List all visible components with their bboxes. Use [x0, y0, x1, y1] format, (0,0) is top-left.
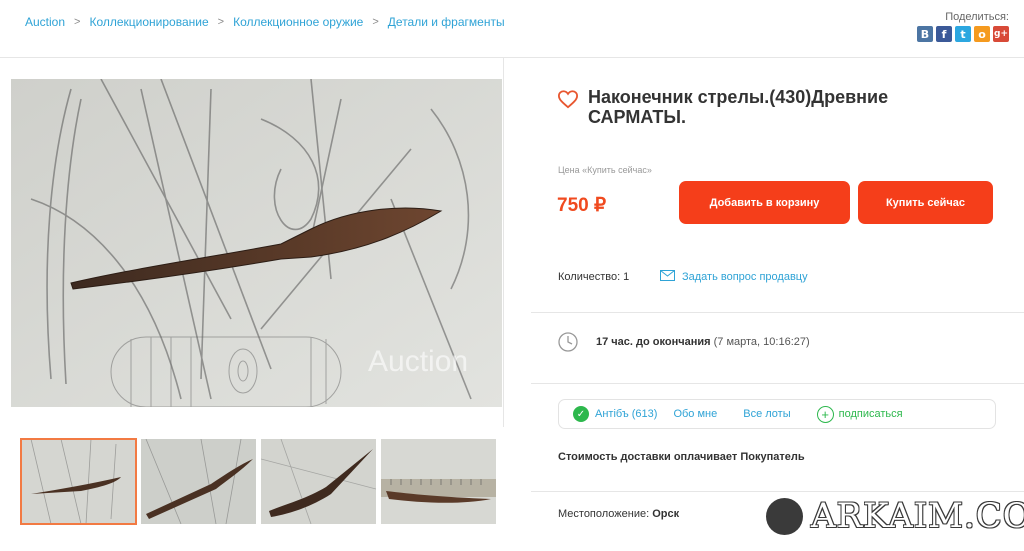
thumbnail-strip [20, 438, 496, 525]
time-remaining: 17 час. до окончания [596, 336, 711, 348]
vk-icon[interactable]: В [917, 26, 933, 42]
about-seller-link[interactable]: Обо мне [673, 408, 717, 420]
envelope-icon [660, 270, 675, 284]
divider [531, 383, 1024, 384]
divider [531, 312, 1024, 313]
seller-name-link[interactable]: Антібъ (613) [595, 408, 657, 420]
breadcrumb: Auction > Коллекционирование > Коллекцио… [25, 15, 505, 29]
header-divider [0, 57, 1024, 58]
photo-watermark: Auction [368, 345, 468, 378]
share-icons: В f t о g+ [917, 26, 1009, 42]
location-label: Местоположение: [558, 508, 650, 520]
ask-seller-link[interactable]: Задать вопрос продавцу [660, 270, 808, 284]
odnoklassniki-icon[interactable]: о [974, 26, 990, 42]
buy-now-button[interactable]: Купить сейчас [858, 181, 993, 224]
quantity-label: Количество: 1 [558, 271, 630, 283]
add-to-cart-button[interactable]: Добавить в корзину [679, 181, 850, 224]
breadcrumb-collectible-weapons[interactable]: Коллекционное оружие [233, 15, 363, 29]
thumbnail-3[interactable] [261, 439, 376, 524]
breadcrumb-auction[interactable]: Auction [25, 15, 65, 29]
ask-seller-label: Задать вопрос продавцу [682, 271, 808, 283]
main-lot-photo[interactable]: Auction [11, 79, 502, 407]
share-block: Поделиться: В f t о g+ [917, 11, 1009, 42]
thumbnail-4[interactable] [381, 439, 496, 524]
twitter-icon[interactable]: t [955, 26, 971, 42]
brand-watermark: ARKAIM.CO [766, 496, 1024, 536]
all-lots-link[interactable]: Все лоты [743, 408, 790, 420]
thumbnail-1[interactable] [20, 438, 137, 525]
brand-text: ARKAIM.CO [811, 496, 1024, 536]
google-plus-icon[interactable]: g+ [993, 26, 1009, 42]
price-label: Цена «Купить сейчас» [558, 165, 652, 175]
breadcrumb-separator: > [74, 16, 81, 28]
subscribe-label: подписаться [838, 408, 903, 420]
breadcrumb-separator: > [217, 16, 225, 28]
facebook-icon[interactable]: f [936, 26, 952, 42]
plus-icon: + [816, 405, 834, 423]
auction-end-time: (7 марта, 10:16:27) [713, 336, 810, 348]
location-value: Орск [652, 508, 680, 520]
subscribe-button[interactable]: + подписаться [816, 405, 903, 423]
lot-price: 750 ₽ [557, 195, 607, 216]
breadcrumb-separator: > [372, 16, 379, 28]
column-divider [503, 57, 504, 427]
location-info: Местоположение: Орск [558, 508, 679, 520]
breadcrumb-parts-fragments[interactable]: Детали и фрагменты [388, 15, 505, 29]
auction-timer: 17 час. до окончания (7 марта, 10:16:27) [596, 336, 810, 348]
thumbnail-2[interactable] [141, 439, 256, 524]
clock-icon [557, 331, 579, 358]
lot-title: Наконечник стрелы.(430)Древние САРМАТЫ. [588, 87, 889, 127]
verified-check-icon: ✓ [573, 406, 589, 422]
delivery-info: Стоимость доставки оплачивает Покупатель [558, 451, 805, 463]
share-label: Поделиться: [945, 11, 1009, 23]
seller-panel: ✓ Антібъ (613) Обо мне Все лоты + подпис… [558, 399, 996, 429]
divider [531, 491, 1024, 492]
brand-logo-dot [766, 497, 803, 535]
heart-icon[interactable] [557, 89, 579, 114]
breadcrumb-collecting[interactable]: Коллекционирование [89, 15, 208, 29]
